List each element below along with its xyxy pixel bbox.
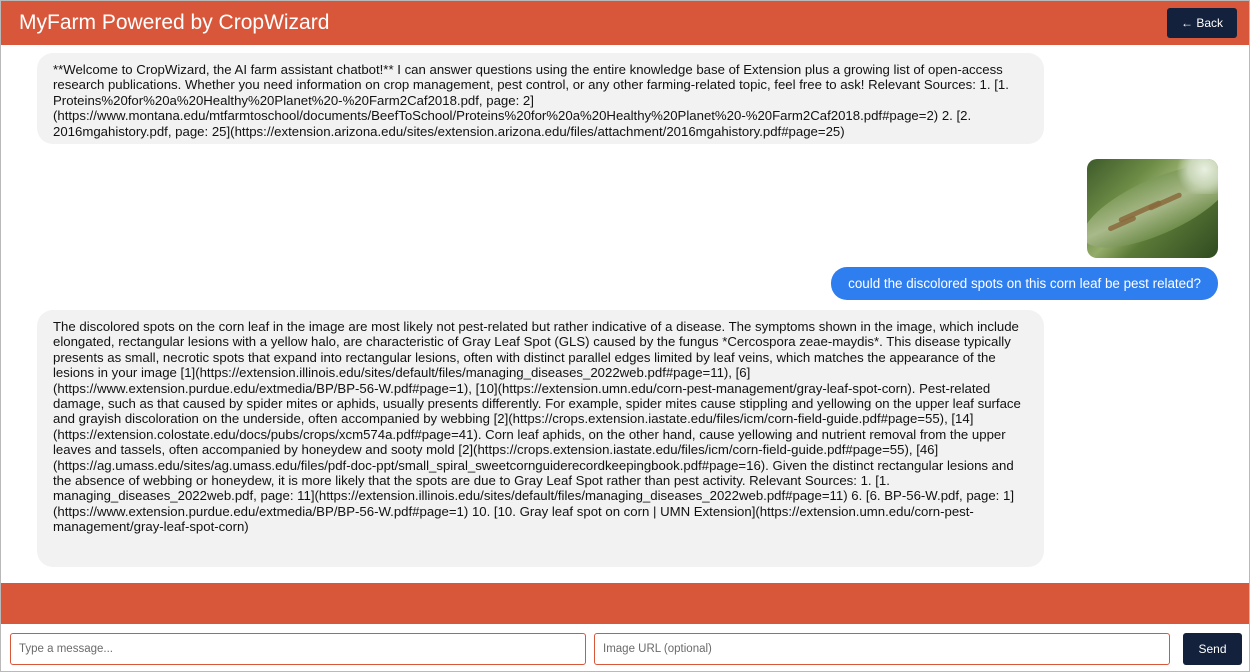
message-input[interactable] (10, 633, 586, 665)
image-url-input[interactable] (594, 633, 1170, 665)
assistant-message: The discolored spots on the corn leaf in… (37, 310, 1044, 567)
composer: Send (1, 624, 1249, 671)
image-background (1173, 159, 1218, 194)
app-title: MyFarm Powered by CropWizard (19, 11, 330, 34)
user-uploaded-image[interactable] (1087, 159, 1218, 258)
footer-bar (1, 583, 1249, 624)
assistant-message: **Welcome to CropWizard, the AI farm ass… (37, 53, 1044, 144)
app-header: MyFarm Powered by CropWizard ← Back (1, 1, 1249, 45)
send-button[interactable]: Send (1183, 633, 1242, 665)
back-button[interactable]: ← Back (1166, 8, 1237, 38)
chat-area[interactable]: **Welcome to CropWizard, the AI farm ass… (1, 45, 1249, 583)
assistant-message-text: **Welcome to CropWizard, the AI farm ass… (53, 62, 1009, 139)
user-message: could the discolored spots on this corn … (831, 267, 1218, 300)
assistant-message-text: The discolored spots on the corn leaf in… (53, 319, 1021, 535)
user-message-text: could the discolored spots on this corn … (848, 276, 1201, 291)
